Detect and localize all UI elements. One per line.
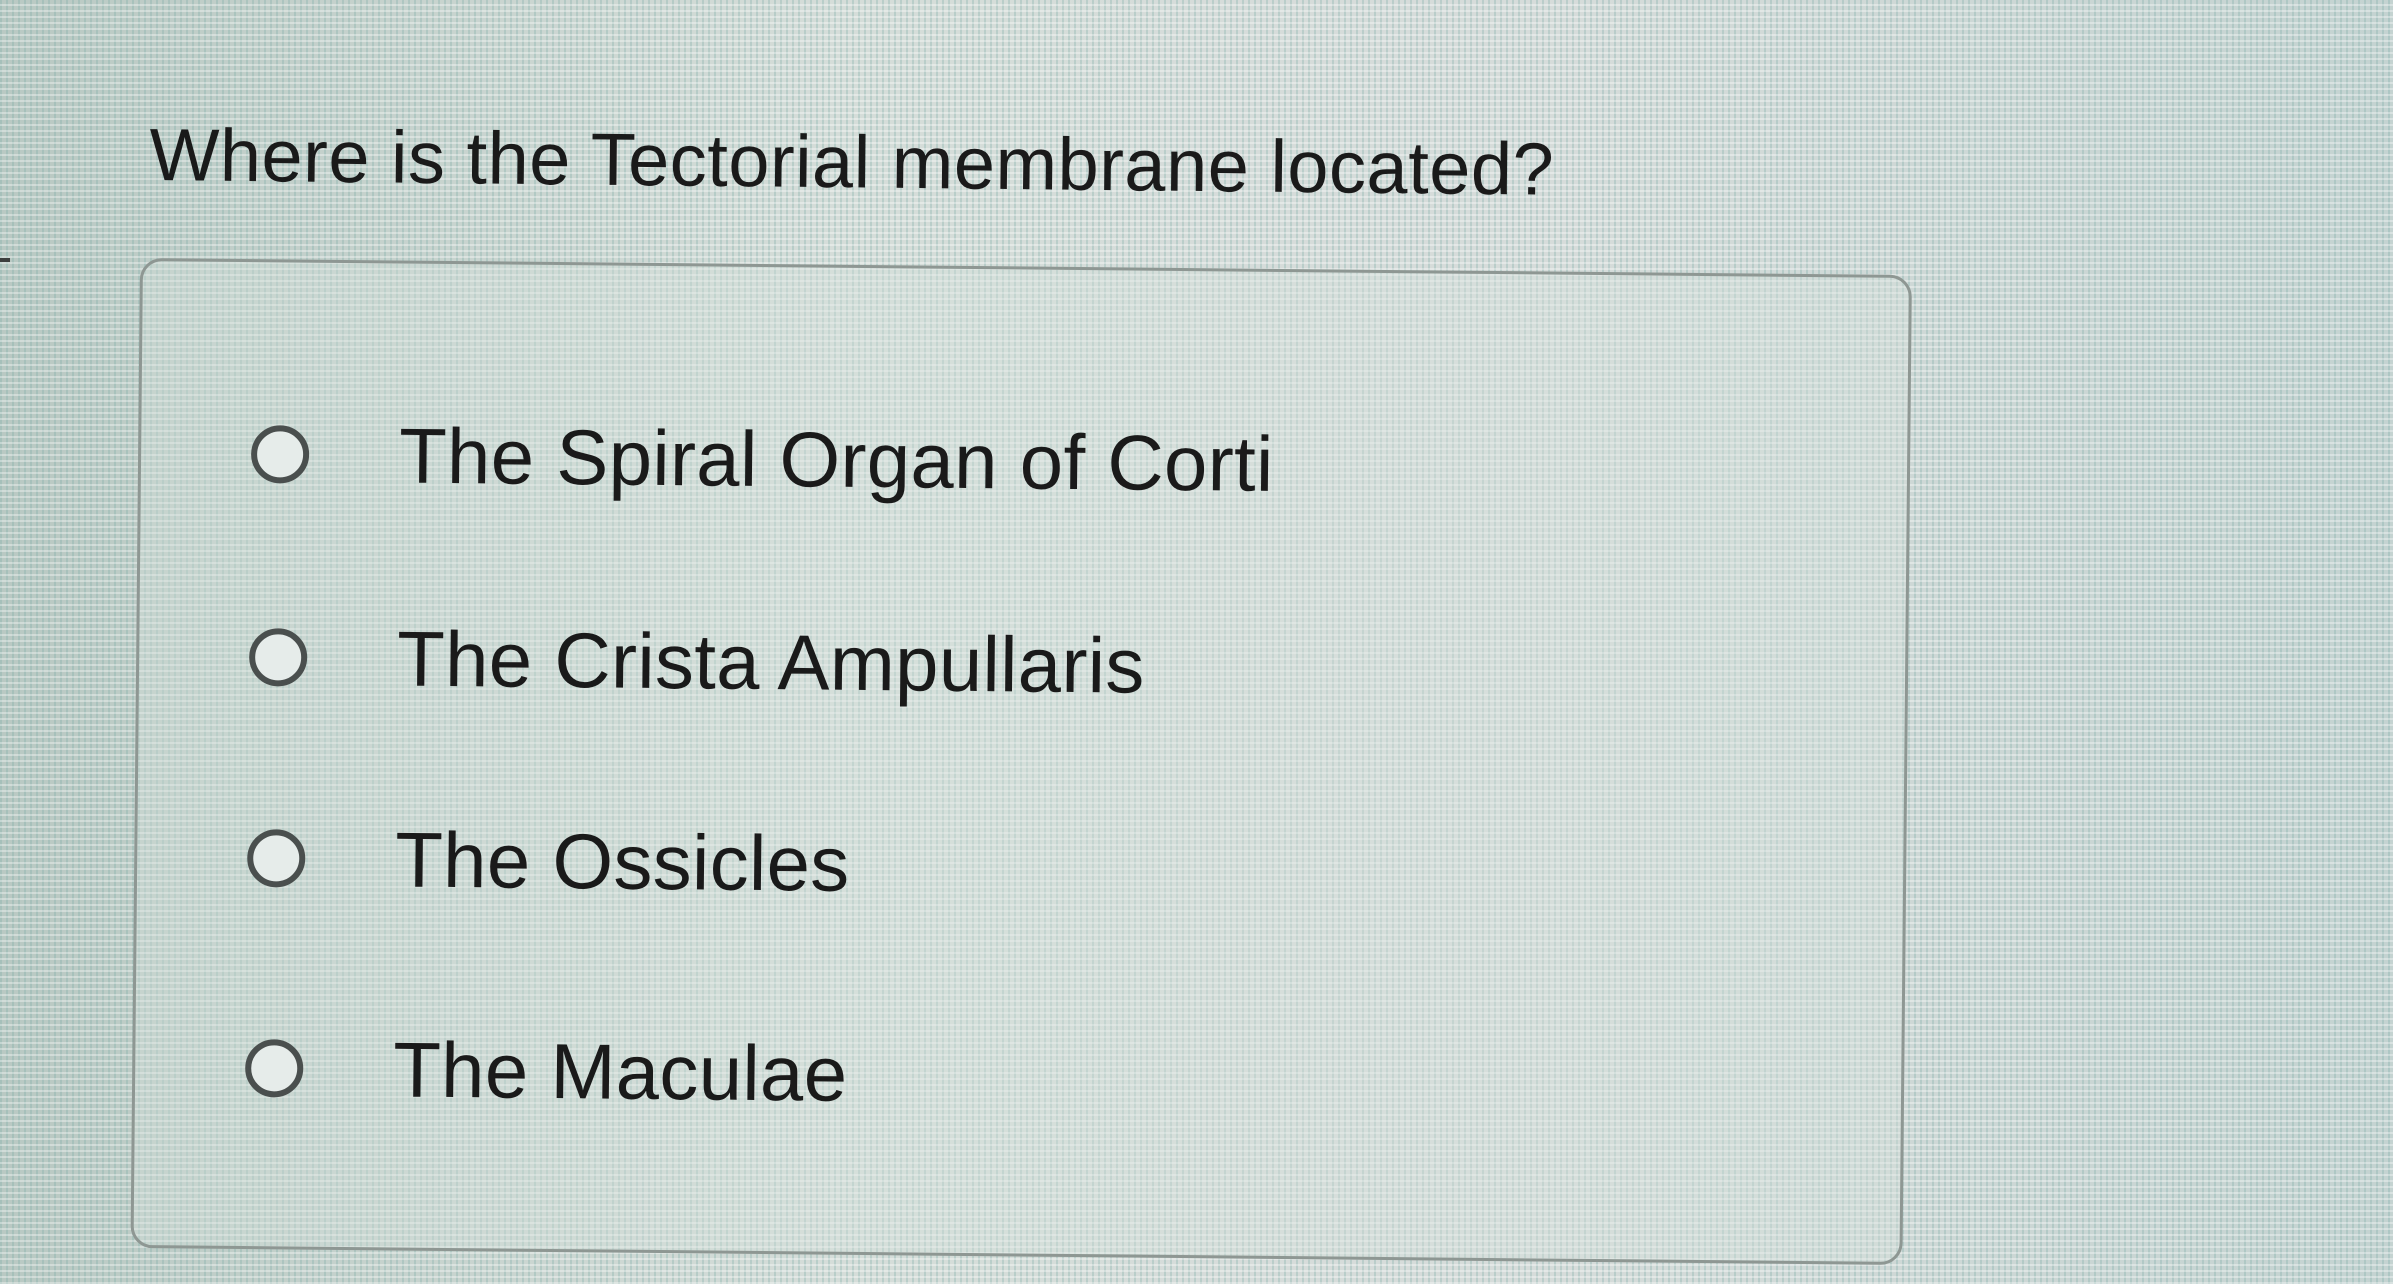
answer-option-2[interactable]: The Crista Ampullaris	[248, 607, 1146, 716]
answer-option-label: The Maculae	[392, 1025, 848, 1118]
answer-option-label: The Crista Ampullaris	[396, 614, 1146, 710]
answer-option-label: The Spiral Organ of Corti	[398, 411, 1275, 508]
radio-button-icon[interactable]	[248, 628, 308, 687]
answer-option-4[interactable]: The Maculae	[244, 1018, 848, 1124]
answer-options-group: The Spiral Organ of Corti The Crista Amp…	[130, 258, 1912, 1265]
radio-button-icon[interactable]	[246, 829, 306, 888]
radio-button-icon[interactable]	[244, 1039, 304, 1098]
radio-button-icon[interactable]	[250, 425, 310, 484]
answer-option-1[interactable]: The Spiral Organ of Corti	[250, 404, 1275, 514]
quiz-page: Where is the Tectorial membrane located?…	[0, 0, 2393, 1284]
answer-option-label: The Ossicles	[394, 815, 851, 908]
edge-mark	[0, 258, 10, 262]
question-title: Where is the Tectorial membrane located?	[149, 112, 1555, 211]
answer-option-3[interactable]: The Ossicles	[246, 808, 851, 914]
